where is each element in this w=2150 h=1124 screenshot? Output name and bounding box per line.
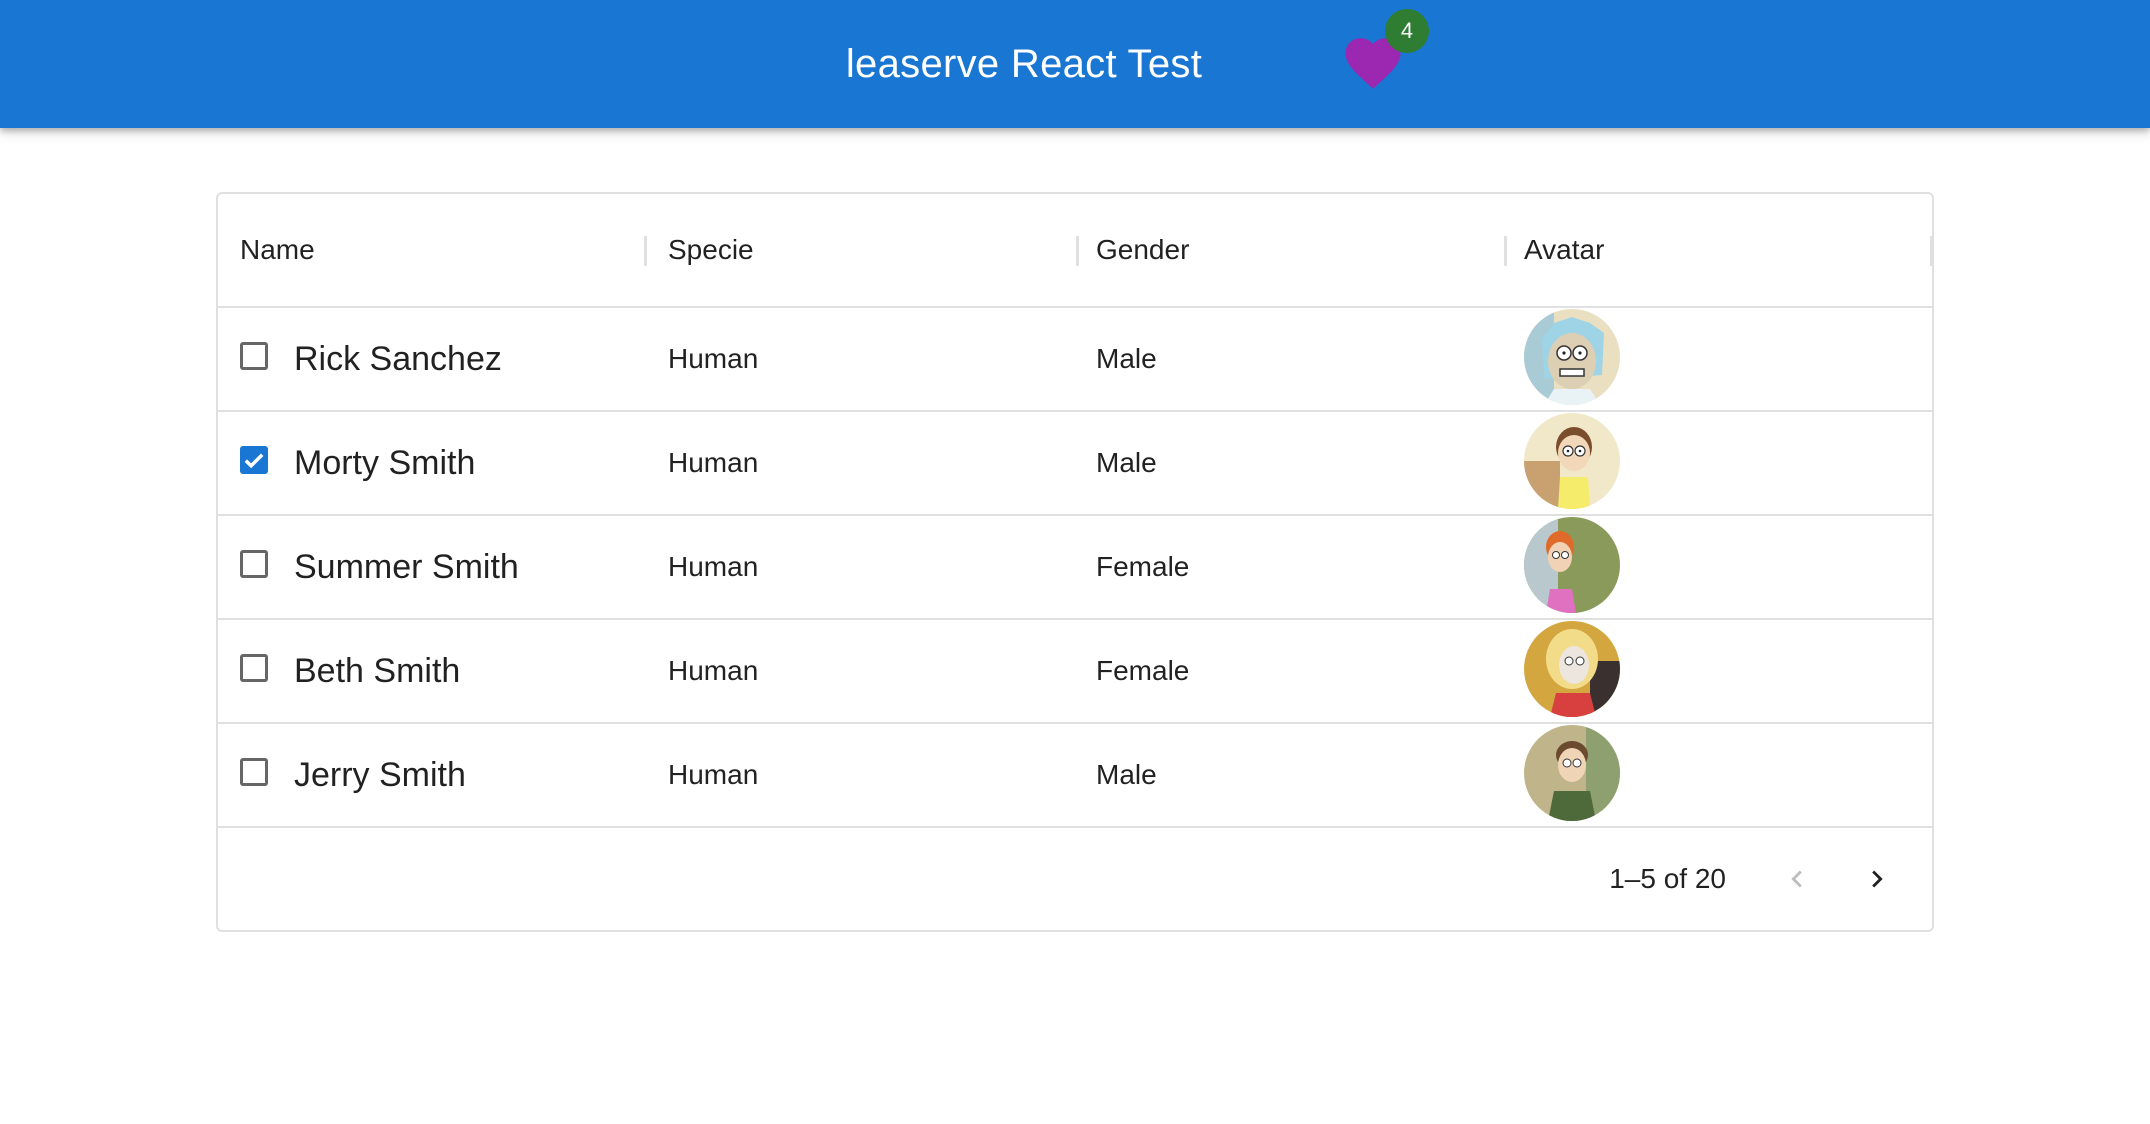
table-row[interactable]: Rick Sanchez Human Male [218, 308, 1932, 412]
cell-gender: Male [1096, 343, 1157, 374]
cell-gender: Male [1096, 447, 1157, 478]
characters-data-grid: Name Specie Gender Avatar Rick Sanchez H… [216, 192, 1934, 932]
app-title: leaserve React Test [845, 42, 1203, 86]
cell-gender: Female [1096, 551, 1190, 582]
cell-specie: Human [668, 343, 759, 374]
row-checkbox[interactable] [240, 342, 268, 370]
row-checkbox[interactable] [240, 654, 268, 682]
cell-specie: Human [668, 759, 759, 790]
cell-name: Summer Smith [294, 548, 519, 586]
cell-name: Rick Sanchez [294, 340, 502, 378]
chevron-left-icon [1791, 870, 1802, 888]
table-row[interactable]: Beth Smith Human Female [218, 620, 1932, 724]
row-checkbox[interactable] [240, 550, 268, 578]
cell-specie: Human [668, 551, 759, 582]
check-icon [244, 453, 264, 469]
column-header-avatar[interactable]: Avatar [1524, 194, 1604, 306]
cell-gender: Female [1096, 655, 1190, 686]
rick-avatar [1524, 309, 1620, 405]
pagination-label: 1–5 of 20 [1609, 863, 1726, 894]
cell-specie: Human [668, 447, 759, 478]
table-row[interactable]: Morty Smith Human Male [218, 412, 1932, 516]
grid-footer: 1–5 of 20 [218, 828, 1932, 930]
column-separator[interactable] [644, 236, 647, 266]
cell-specie: Human [668, 655, 759, 686]
column-separator[interactable] [1076, 236, 1079, 266]
next-page-button[interactable] [1852, 854, 1902, 904]
column-header-specie[interactable]: Specie [668, 194, 754, 306]
table-row[interactable]: Summer Smith Human Female [218, 516, 1932, 620]
previous-page-button[interactable] [1772, 854, 1822, 904]
column-separator[interactable] [1930, 236, 1933, 266]
column-header-gender[interactable]: Gender [1096, 194, 1189, 306]
cell-name: Beth Smith [294, 652, 461, 690]
column-separator[interactable] [1504, 236, 1507, 266]
row-checkbox[interactable] [240, 446, 268, 474]
row-checkbox[interactable] [240, 758, 268, 786]
favorites-count-badge: 4 [1385, 9, 1429, 53]
jerry-avatar [1524, 725, 1620, 821]
beth-avatar [1524, 621, 1620, 717]
cell-gender: Male [1096, 759, 1157, 790]
morty-avatar [1524, 413, 1620, 509]
chevron-right-icon [1872, 870, 1883, 888]
grid-header-row: Name Specie Gender Avatar [218, 194, 1933, 308]
cell-name: Jerry Smith [294, 756, 466, 794]
cell-name: Morty Smith [294, 444, 476, 482]
table-row[interactable]: Jerry Smith Human Male [218, 724, 1932, 828]
column-header-name[interactable]: Name [240, 194, 315, 306]
summer-avatar [1524, 517, 1620, 613]
app-bar: leaserve React Test 4 [0, 0, 2150, 128]
